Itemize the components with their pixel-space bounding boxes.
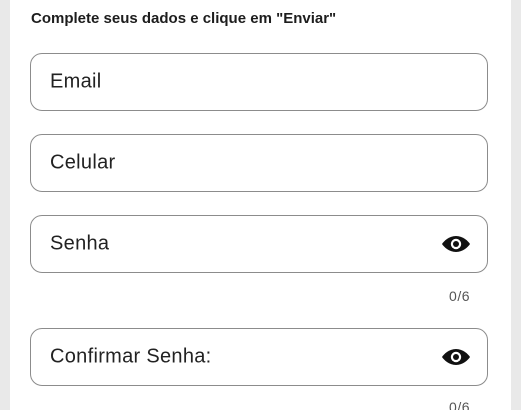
- password-field[interactable]: Senha: [30, 215, 488, 273]
- phone-placeholder: Celular: [50, 151, 116, 174]
- password-counter: 0/6: [449, 288, 470, 304]
- registration-form: Complete seus dados e clique em "Enviar"…: [10, 0, 511, 410]
- password-placeholder: Senha: [50, 232, 110, 255]
- phone-field[interactable]: Celular: [30, 134, 488, 192]
- eye-icon[interactable]: [441, 346, 471, 368]
- confirm-password-counter: 0/6: [449, 399, 470, 410]
- form-instructions: Complete seus dados e clique em "Enviar": [31, 10, 337, 27]
- email-field[interactable]: Email: [30, 53, 488, 111]
- confirm-password-field[interactable]: Confirmar Senha:: [30, 328, 488, 386]
- eye-icon[interactable]: [441, 233, 471, 255]
- email-placeholder: Email: [50, 70, 102, 93]
- confirm-password-placeholder: Confirmar Senha:: [50, 345, 212, 368]
